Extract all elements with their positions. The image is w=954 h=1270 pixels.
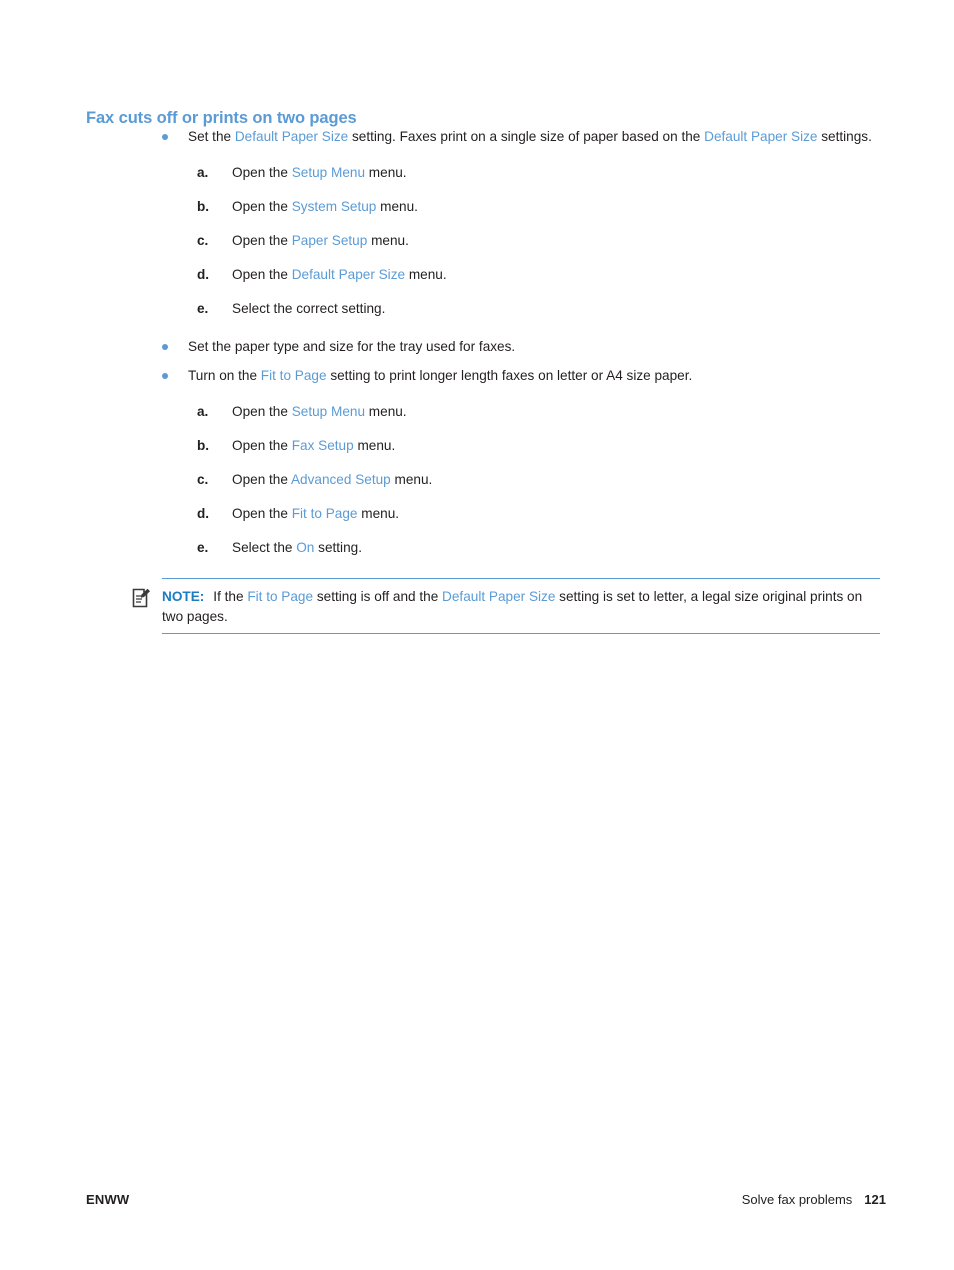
body-text: Open the	[232, 506, 292, 521]
body-text: Open the	[232, 233, 292, 248]
sub-step-list: a. Open the Setup Menu menu. b. Open the Fa…	[86, 401, 886, 558]
sub-step-marker: d.	[197, 506, 210, 521]
sub-step-marker: b.	[197, 199, 210, 214]
sub-step-text: Open the Setup Menu menu.	[232, 165, 407, 180]
body-text: setting.	[314, 540, 362, 555]
document-page: Fax cuts off or prints on two pages Set …	[0, 0, 954, 1270]
list-item-text: Turn on the Fit to Page setting to print…	[188, 365, 886, 386]
body-text: menu.	[405, 267, 447, 282]
note-callout: NOTE: If the Fit to Page setting is off a…	[132, 578, 880, 634]
bullet-list: Set the Default Paper Size setting. Faxe…	[86, 126, 886, 575]
list-item: Set the Default Paper Size setting. Faxe…	[86, 126, 886, 147]
menu-reference: On	[296, 540, 315, 555]
body-text: Open the	[232, 267, 292, 282]
sub-step-marker: c.	[197, 233, 209, 248]
body-text: menu.	[390, 472, 433, 487]
sub-step-item: b. Open the System Setup menu.	[86, 196, 886, 217]
list-item-text: Set the paper type and size for the tray…	[188, 336, 886, 357]
menu-reference: Fit to Page	[260, 368, 327, 383]
sub-step-text: Open the Fit to Page menu.	[232, 506, 399, 521]
body-text: settings.	[817, 129, 872, 144]
body-text: Set the paper type and size for the tray…	[188, 339, 516, 354]
menu-reference: Fax Setup	[291, 438, 354, 453]
footer-section-info: Solve fax problems 121	[742, 1192, 886, 1207]
body-text: Select the	[232, 540, 297, 555]
sub-step-marker: d.	[197, 267, 210, 282]
sub-step-list: a. Open the Setup Menu menu. b. Open the Sy…	[86, 162, 886, 319]
menu-reference: Advanced Setup	[290, 472, 391, 487]
menu-reference: Fit to Page	[291, 506, 358, 521]
sub-step-marker: a.	[197, 165, 209, 180]
menu-reference: Fit to Page	[247, 589, 314, 604]
sub-step-item: e. Select the On setting.	[86, 537, 886, 558]
sub-step-text: Open the Advanced Setup menu.	[232, 472, 432, 487]
sub-step-item: d. Open the Default Paper Size menu.	[86, 264, 886, 285]
list-item-text: Set the Default Paper Size setting. Faxe…	[188, 126, 886, 147]
footer-edition: ENWW	[86, 1192, 130, 1207]
sub-step-text: Open the Default Paper Size menu.	[232, 267, 447, 282]
body-text: setting. Faxes print on a single size of…	[348, 129, 705, 144]
body-text: Open the	[232, 438, 292, 453]
sub-step-text: Open the Paper Setup menu.	[232, 233, 409, 248]
body-text: menu.	[357, 506, 400, 521]
menu-reference: Default Paper Size	[442, 589, 556, 604]
sub-step-marker: b.	[197, 438, 210, 453]
menu-reference: Default Paper Size	[291, 267, 406, 282]
sub-step-item: a. Open the Setup Menu menu.	[86, 401, 886, 422]
menu-reference: Setup Menu	[291, 165, 366, 180]
note-pencil-icon	[132, 588, 151, 608]
note-text: NOTE: If the Fit to Page setting is off a…	[162, 587, 880, 626]
body-text: Open the	[232, 472, 291, 487]
sub-step-text: Select the On setting.	[232, 540, 362, 555]
sub-step-marker: a.	[197, 404, 209, 419]
sub-step-marker: e.	[197, 540, 209, 555]
sub-step-item: b. Open the Fax Setup menu.	[86, 435, 886, 456]
body-text: menu.	[367, 233, 409, 248]
body-text: setting to print longer length faxes on …	[326, 368, 693, 383]
body-text: menu.	[365, 404, 407, 419]
body-text: menu.	[376, 199, 418, 214]
menu-reference: Default Paper Size	[234, 129, 349, 144]
body-text: Set the	[188, 129, 235, 144]
sub-step-item: a. Open the Setup Menu menu.	[86, 162, 886, 183]
footer-section-title: Solve fax problems	[741, 1192, 853, 1207]
sub-step-text: Open the System Setup menu.	[232, 199, 418, 214]
note-label: NOTE:	[162, 589, 205, 604]
sub-step-marker: e.	[197, 301, 209, 316]
body-text: Turn on the	[188, 368, 261, 383]
sub-step-item: e. Select the correct setting.	[86, 298, 886, 319]
sub-step-text: Open the Fax Setup menu.	[232, 438, 395, 453]
note-message: If the Fit to Page setting is off and th…	[162, 589, 862, 624]
bullet-dot-icon	[162, 344, 168, 350]
body-text: setting is off and the	[313, 589, 443, 604]
body-text: Open the	[232, 404, 292, 419]
body-text: Open the	[232, 199, 292, 214]
body-text: Open the	[232, 165, 292, 180]
menu-reference: Setup Menu	[291, 404, 366, 419]
bullet-dot-icon	[162, 134, 168, 140]
footer-page-number: 121	[864, 1192, 886, 1207]
sub-step-item: d. Open the Fit to Page menu.	[86, 503, 886, 524]
body-text: Select the correct setting.	[232, 301, 386, 316]
body-text: menu.	[353, 438, 396, 453]
sub-step-text: Open the Setup Menu menu.	[232, 404, 407, 419]
sub-step-item: c. Open the Paper Setup menu.	[86, 230, 886, 251]
menu-reference: Paper Setup	[291, 233, 368, 248]
body-text: menu.	[365, 165, 407, 180]
sub-step-text: Select the correct setting.	[232, 301, 385, 316]
menu-reference: System Setup	[291, 199, 377, 214]
menu-reference: Default Paper Size	[704, 129, 818, 144]
sub-step-item: c. Open the Advanced Setup menu.	[86, 469, 886, 490]
sub-step-marker: c.	[197, 472, 209, 487]
list-item: Set the paper type and size for the tray…	[86, 336, 886, 357]
content-body: Set the Default Paper Size setting. Faxe…	[86, 126, 886, 575]
list-item: Turn on the Fit to Page setting to print…	[86, 365, 886, 386]
bullet-dot-icon	[162, 373, 168, 379]
body-text: If the	[213, 589, 248, 604]
